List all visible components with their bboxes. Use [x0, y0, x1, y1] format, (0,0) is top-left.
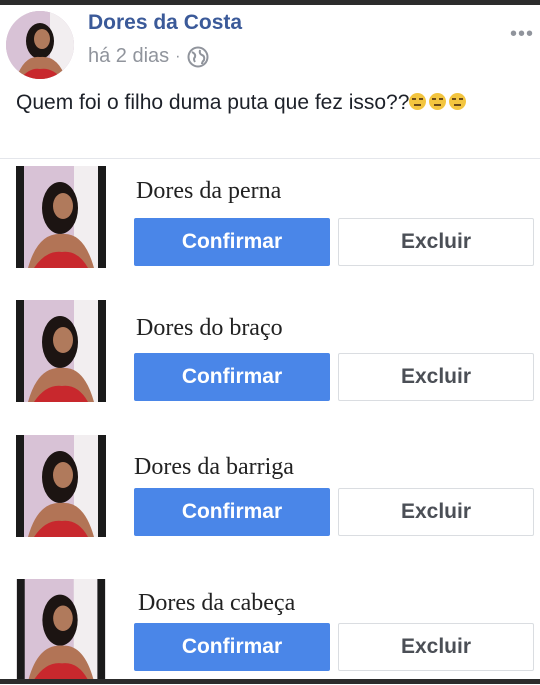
- confirm-button[interactable]: Confirmar: [134, 218, 330, 266]
- friend-request-name[interactable]: Dores da barriga: [134, 454, 294, 481]
- author-name[interactable]: Dores da Costa: [88, 11, 242, 35]
- author-avatar[interactable]: [6, 11, 74, 79]
- unamused-face-emoji: [409, 93, 427, 110]
- post-caption-text: Quem foi o filho duma puta que fez isso?…: [16, 91, 410, 114]
- globe-icon: [187, 46, 209, 68]
- friend-request-name[interactable]: Dores da cabeça: [138, 590, 295, 617]
- unamused-face-emoji: [429, 93, 447, 110]
- friend-request-row: Dores da barriga Confirmar Excluir: [0, 430, 540, 550]
- friend-request-row: Dores da cabeça Confirmar Excluir: [0, 565, 540, 685]
- confirm-button[interactable]: Confirmar: [134, 353, 330, 401]
- friend-request-photo[interactable]: [16, 300, 106, 402]
- friend-request-photo[interactable]: [16, 166, 106, 268]
- friend-request-row: Dores do braço Confirmar Excluir: [0, 295, 540, 415]
- more-options-icon[interactable]: •••: [510, 23, 534, 46]
- confirm-button[interactable]: Confirmar: [134, 488, 330, 536]
- caption-divider: [0, 158, 540, 159]
- friend-request-photo[interactable]: [16, 435, 106, 537]
- delete-button[interactable]: Excluir: [338, 353, 534, 401]
- friend-request-name[interactable]: Dores do braço: [136, 315, 283, 342]
- post-header: Dores da Costa há 2 dias · •••: [0, 5, 540, 85]
- unamused-face-emoji: [449, 93, 467, 110]
- delete-button[interactable]: Excluir: [338, 488, 534, 536]
- post-meta: há 2 dias ·: [88, 45, 209, 68]
- friend-request-name[interactable]: Dores da perna: [136, 178, 281, 205]
- confirm-button[interactable]: Confirmar: [134, 623, 330, 671]
- meta-separator: ·: [175, 47, 181, 65]
- bottom-edge-bar: [0, 679, 540, 684]
- post-timestamp[interactable]: há 2 dias: [88, 45, 169, 68]
- friend-request-photo[interactable]: [16, 579, 106, 679]
- delete-button[interactable]: Excluir: [338, 623, 534, 671]
- post-caption: Quem foi o filho duma puta que fez isso?…: [16, 88, 516, 118]
- delete-button[interactable]: Excluir: [338, 218, 534, 266]
- friend-request-row: Dores da perna Confirmar Excluir: [0, 160, 540, 280]
